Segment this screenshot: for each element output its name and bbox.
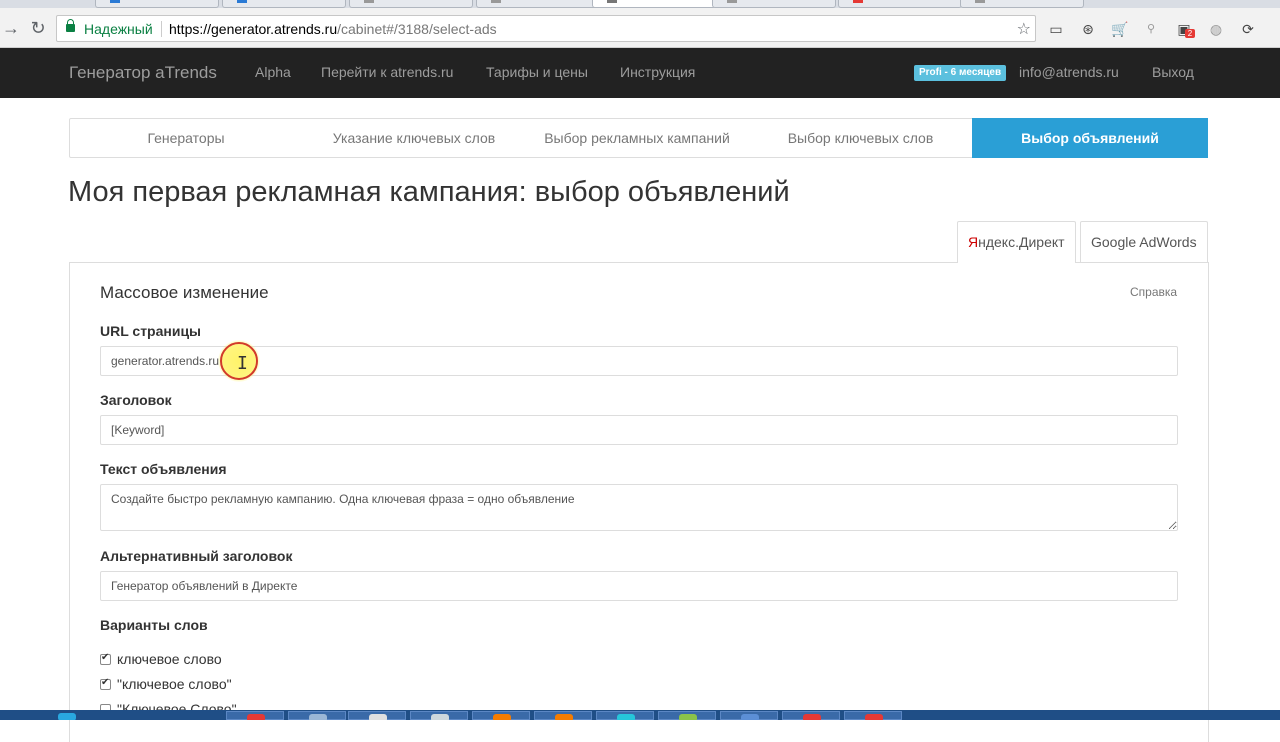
sync-icon[interactable]: ⟳ — [1239, 20, 1257, 38]
nav-link-alpha[interactable]: Alpha — [255, 64, 291, 80]
taskbar-app[interactable] — [288, 711, 346, 720]
taskbar-app[interactable] — [226, 711, 284, 720]
wizard-steps: Генераторы Указание ключевых слов Выбор … — [69, 118, 1208, 158]
taskbar-app[interactable] — [410, 711, 468, 720]
logout-link[interactable]: Выход — [1152, 64, 1194, 80]
user-email-link[interactable]: info@atrends.ru — [1019, 64, 1119, 80]
word-variant-label: ключевое слово — [117, 651, 222, 667]
alt-headline-field-label: Альтернативный заголовок — [100, 548, 293, 564]
reload-icon[interactable]: ↻ — [27, 17, 49, 39]
ad-text-field[interactable]: Создайте быстро рекламную кампанию. Одна… — [100, 484, 1178, 531]
lock-icon — [66, 19, 75, 32]
tab-google-adwords[interactable]: Google AdWords — [1080, 221, 1208, 262]
notifications-extension-icon[interactable]: ▣ 2 — [1175, 20, 1195, 38]
browser-tab[interactable] — [712, 0, 836, 8]
globe-icon[interactable]: ◍ — [1207, 20, 1225, 38]
os-taskbar — [0, 710, 1280, 720]
browser-tab[interactable] — [476, 0, 600, 8]
browser-tab[interactable] — [349, 0, 473, 8]
browser-tab[interactable] — [222, 0, 346, 8]
step-generators[interactable]: Генераторы — [70, 119, 302, 157]
taskbar-app[interactable] — [534, 711, 592, 720]
tab-yandex-label: ндекс.Директ — [978, 234, 1065, 250]
step-ads-select[interactable]: Выбор объявлений — [972, 118, 1208, 158]
url-host: https://generator.atrends.ru — [169, 21, 338, 37]
site-navbar: Генератор aTrends Alpha Перейти к atrend… — [0, 48, 1280, 98]
security-label: Надежный — [84, 21, 153, 37]
browser-tab[interactable] — [95, 0, 219, 8]
url-field[interactable] — [100, 346, 1178, 376]
url-text[interactable]: https://generator.atrends.ru/cabinet#/31… — [169, 21, 497, 37]
panel-title: Массовое изменение — [100, 283, 269, 302]
taskbar-app[interactable] — [844, 711, 902, 720]
help-link[interactable]: Справка — [1130, 285, 1177, 299]
taskbar-app[interactable] — [658, 711, 716, 720]
address-divider — [161, 21, 162, 37]
page-title: Моя первая рекламная кампания: выбор объ… — [68, 176, 790, 208]
step-campaigns[interactable]: Выбор рекламных кампаний — [526, 119, 748, 157]
taskbar-app[interactable] — [472, 711, 530, 720]
headline-field[interactable] — [100, 415, 1178, 445]
nav-link-pricing[interactable]: Тарифы и цены — [486, 64, 588, 80]
word-variants-label: Варианты слов — [100, 617, 208, 633]
checkbox-checked[interactable] — [100, 677, 111, 690]
taskbar-app[interactable] — [596, 711, 654, 720]
browser-toolbar: → ↻ Надежный https://generator.atrends.r… — [0, 8, 1280, 48]
step-keywords-select[interactable]: Выбор ключевых слов — [748, 119, 973, 157]
extension-icon[interactable]: ⊛ — [1079, 20, 1097, 38]
browser-tab-active[interactable] — [592, 0, 716, 8]
url-field-label: URL страницы — [100, 323, 202, 339]
browser-tab[interactable] — [960, 0, 1084, 8]
alt-headline-field[interactable] — [100, 571, 1178, 601]
word-variant-option[interactable]: "ключевое слово" — [100, 676, 232, 694]
nav-link-atrends[interactable]: Перейти к atrends.ru — [321, 64, 453, 80]
site-brand[interactable]: Генератор aTrends — [69, 63, 217, 83]
tab-yandex-initial: Я — [968, 234, 979, 250]
step-keywords-input[interactable]: Указание ключевых слов — [302, 119, 526, 157]
back-arrow-icon[interactable]: → — [0, 17, 22, 39]
search-extension-icon[interactable]: ⚲ — [1142, 20, 1160, 38]
extension-badge: 2 — [1185, 29, 1195, 38]
ad-text-field-label: Текст объявления — [100, 461, 227, 477]
bookmark-star-icon[interactable]: ☆ — [1017, 19, 1031, 39]
word-variant-option[interactable]: ключевое слово — [100, 651, 222, 669]
cart-icon[interactable]: 🛒 — [1111, 20, 1129, 38]
nav-link-instructions[interactable]: Инструкция — [620, 64, 695, 80]
headline-field-label: Заголовок — [100, 392, 172, 408]
plan-badge: Profi - 6 месяцев — [914, 65, 1007, 81]
tab-yandex-direct[interactable]: Яндекс.Директ — [957, 221, 1076, 263]
taskbar-app[interactable] — [720, 711, 778, 720]
taskbar-app[interactable] — [348, 711, 406, 720]
taskbar-app[interactable] — [782, 711, 840, 720]
text-cursor-icon: I — [237, 353, 248, 374]
cast-icon[interactable]: ▭ — [1047, 20, 1065, 38]
taskbar-ie-icon[interactable] — [38, 711, 96, 720]
browser-tab[interactable] — [838, 0, 962, 8]
url-path: /cabinet#/3188/select-ads — [337, 21, 497, 37]
address-bar[interactable]: Надежный https://generator.atrends.ru/ca… — [56, 15, 1036, 42]
word-variant-label: "ключевое слово" — [117, 676, 232, 692]
checkbox-checked[interactable] — [100, 652, 111, 665]
browser-tab-strip — [0, 0, 1280, 8]
